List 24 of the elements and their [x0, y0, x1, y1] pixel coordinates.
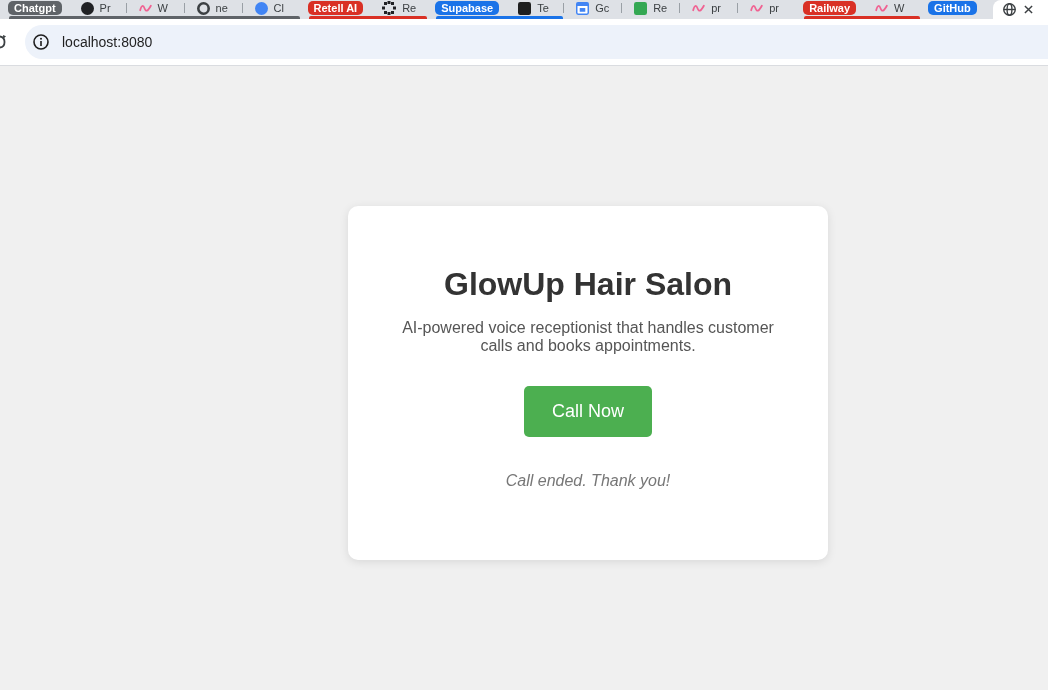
salon-title: GlowUp Hair Salon — [443, 265, 733, 303]
reload-icon[interactable] — [0, 35, 6, 49]
browser-tab[interactable]: W — [863, 0, 921, 16]
browser-tab[interactable] — [992, 0, 1048, 19]
browser-tab[interactable]: pr — [738, 0, 796, 16]
tab-group-chip[interactable]: Railway — [803, 1, 857, 15]
tab-group-chip[interactable]: GitHub — [928, 1, 977, 15]
tab-group-chip[interactable]: Supabase — [435, 1, 500, 15]
browser-tab[interactable]: Pr — [68, 0, 126, 16]
call-status-text: Call ended. Thank you! — [504, 471, 672, 491]
close-icon[interactable] — [1023, 5, 1033, 14]
tab-group-chip[interactable]: Retell AI — [307, 1, 364, 15]
browser-tab[interactable]: Gc — [564, 0, 622, 16]
browser-tab[interactable]: pr — [680, 0, 738, 16]
info-icon[interactable] — [33, 34, 49, 50]
address-bar[interactable]: localhost:8080 — [25, 25, 1048, 59]
browser-tab[interactable]: W — [126, 0, 184, 16]
browser-tab[interactable]: Re — [370, 0, 428, 16]
browser-tab[interactable]: Te — [506, 0, 564, 16]
tab-group-chip[interactable]: Chatgpt — [8, 1, 62, 15]
description-text: AI-powered voice receptionist that handles customer calls and books appointments. — [401, 318, 775, 356]
browser-tab[interactable]: ne — [184, 0, 242, 16]
browser-tab[interactable]: Cl — [242, 0, 300, 16]
browser-tab[interactable]: Re — [622, 0, 680, 16]
